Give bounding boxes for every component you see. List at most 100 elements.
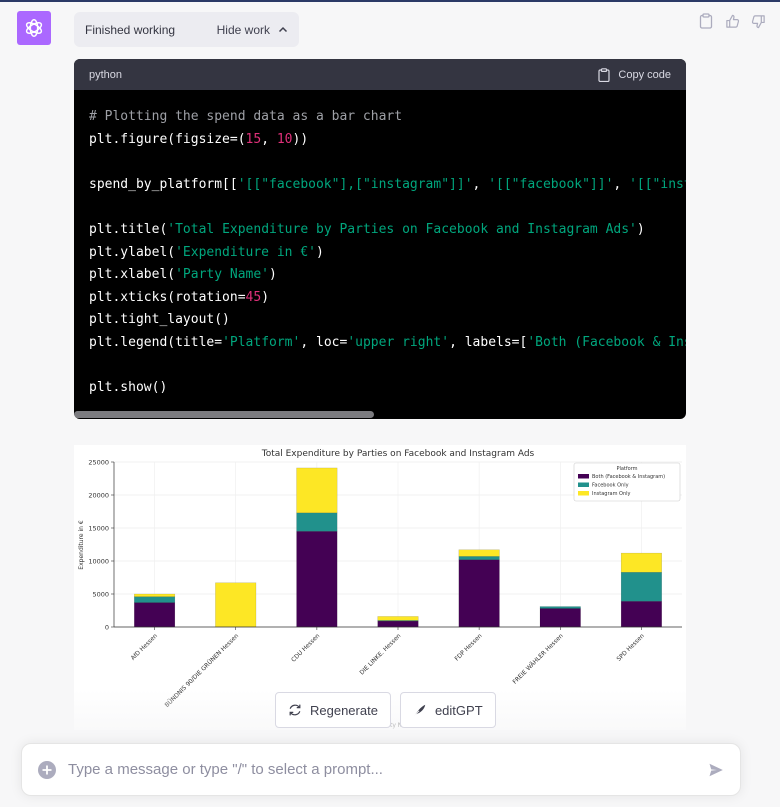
y-tick-label: 20000 <box>88 492 109 500</box>
code-token: , <box>613 176 630 192</box>
add-circle-icon[interactable] <box>38 760 56 779</box>
bar-segment <box>134 596 176 603</box>
legend-title: Platform <box>616 466 637 472</box>
bar-segment <box>215 582 257 628</box>
openai-logo-icon <box>25 19 43 37</box>
code-token: plt.show() <box>89 380 168 396</box>
editgpt-label: editGPT <box>434 702 483 718</box>
x-tick-label: FDP Hessen <box>453 632 483 662</box>
code-header: python Copy code <box>74 59 686 90</box>
bar-segment <box>620 552 662 573</box>
code-string: 'Total Expenditure by Parties on Faceboo… <box>167 221 637 237</box>
hide-work-label: Hide work <box>216 22 270 37</box>
bar-segment <box>458 559 500 628</box>
message-actions <box>698 13 766 29</box>
bar-segment <box>620 601 662 628</box>
thumbs-down-icon <box>751 14 765 28</box>
code-line-title: plt.title('Total Expenditure by Parties … <box>89 219 671 242</box>
y-tick-label: 10000 <box>88 558 109 566</box>
thumbs-up-button[interactable] <box>724 13 740 29</box>
code-line-xlabel: plt.xlabel('Party Name') <box>89 264 671 287</box>
clipboard-icon <box>699 13 713 29</box>
code-line-plot: spend_by_platform[['[["facebook"],["inst… <box>89 174 686 197</box>
work-status-panel: Finished working Hide work <box>74 12 299 47</box>
clipboard-icon <box>598 67 611 82</box>
code-language-label: python <box>89 68 123 81</box>
code-line-comment: # Plotting the spend data as a bar chart <box>89 106 671 129</box>
copy-code-button[interactable]: Copy code <box>598 67 671 82</box>
code-token: plt.ylabel( <box>89 244 176 260</box>
editgpt-button[interactable]: editGPT <box>399 692 496 728</box>
legend-label: Facebook Only <box>592 483 629 489</box>
code-token: plt.tight_layout() <box>89 312 230 328</box>
code-line-legend: plt.legend(title='Platform', loc='upper … <box>89 332 686 355</box>
thumbs-down-button[interactable] <box>750 13 766 29</box>
x-tick-label: BÜNDNIS 90/DIE GRÜNEN Hessen <box>164 632 241 709</box>
regenerate-label: Regenerate <box>310 702 378 718</box>
quill-pen-icon <box>414 704 426 716</box>
message-input[interactable] <box>68 761 708 778</box>
send-icon[interactable] <box>708 762 724 778</box>
code-token: ) <box>269 267 277 283</box>
copy-message-button[interactable] <box>698 13 714 29</box>
stacked-bar-chart: Total Expenditure by Parties on Facebook… <box>78 449 682 729</box>
code-string: 'Both (Facebook & Instagram)' <box>527 334 686 350</box>
code-string: '[["facebook"],["instagram"]]' <box>237 176 473 192</box>
message-composer <box>21 743 741 796</box>
chart-image: Total Expenditure by Parties on Facebook… <box>74 445 686 730</box>
x-tick-label: FREIE WÄHLER Hessen <box>511 632 564 685</box>
chevron-up-icon <box>278 26 288 32</box>
code-token: )) <box>292 131 309 147</box>
x-tick-label: DIE LINKE. Hessen <box>358 632 402 676</box>
legend-swatch <box>578 491 589 496</box>
code-token: , <box>472 176 489 192</box>
legend-label: Both (Facebook & Instagram) <box>592 474 665 480</box>
code-line-layout: plt.tight_layout() <box>89 309 671 332</box>
chart-y-axis: 0 5000 10000 15000 20000 25000 <box>88 459 115 632</box>
bar-segment <box>620 572 662 602</box>
hide-work-toggle[interactable]: Hide work <box>217 23 288 37</box>
copy-code-label: Copy code <box>618 68 671 81</box>
code-line-ylabel: plt.ylabel('Expenditure in €') <box>89 242 671 265</box>
bar-segment <box>458 549 500 557</box>
bar-segment <box>377 616 419 621</box>
code-number: 10 <box>276 131 293 147</box>
bar-segment <box>296 531 338 628</box>
code-token: , loc= <box>300 334 348 350</box>
bar-segment <box>134 602 176 628</box>
thumbs-up-icon <box>725 14 739 28</box>
assistant-avatar <box>17 11 51 45</box>
code-token: ) <box>636 221 645 237</box>
legend-swatch <box>578 482 589 487</box>
code-token: plt.figure(figsize=( <box>89 131 246 147</box>
code-line-xticks: plt.xticks(rotation=45) <box>89 287 671 310</box>
x-tick-label: AfD Hessen <box>130 632 159 661</box>
chart-legend: Platform Both (Facebook & Instagram) Faceb… <box>573 462 681 502</box>
x-tick-label: CDU Hessen <box>290 632 321 663</box>
refresh-icon <box>289 704 301 716</box>
y-tick-label: 5000 <box>92 591 109 599</box>
code-string: 'Platform' <box>222 334 301 350</box>
code-token: ) <box>261 289 270 305</box>
y-tick-label: 0 <box>105 624 109 632</box>
code-string: 'Expenditure in €' <box>175 244 316 260</box>
code-horizontal-scrollbar[interactable] <box>74 411 374 418</box>
code-string: '[["facebook"]]' <box>488 176 614 192</box>
x-tick-label: SPD Hessen <box>616 632 646 662</box>
code-token: spend_by_platform[[ <box>89 176 238 192</box>
legend-label: Instagram Only <box>592 491 631 497</box>
chart-title: Total Expenditure by Parties on Facebook… <box>261 449 535 459</box>
code-string: 'Party Name' <box>175 267 270 283</box>
code-line-figure: plt.figure(figsize=(15, 10)) <box>89 129 671 152</box>
regenerate-button[interactable]: Regenerate <box>275 692 391 728</box>
bar-segment <box>134 593 176 597</box>
code-number: 15 <box>245 131 262 147</box>
bar-segment <box>296 467 338 514</box>
code-comment: # Plotting the spend data as a bar chart <box>89 109 403 124</box>
response-action-buttons: Regenerate editGPT <box>275 692 496 728</box>
y-tick-label: 25000 <box>88 459 109 467</box>
y-tick-label: 15000 <box>88 525 109 533</box>
